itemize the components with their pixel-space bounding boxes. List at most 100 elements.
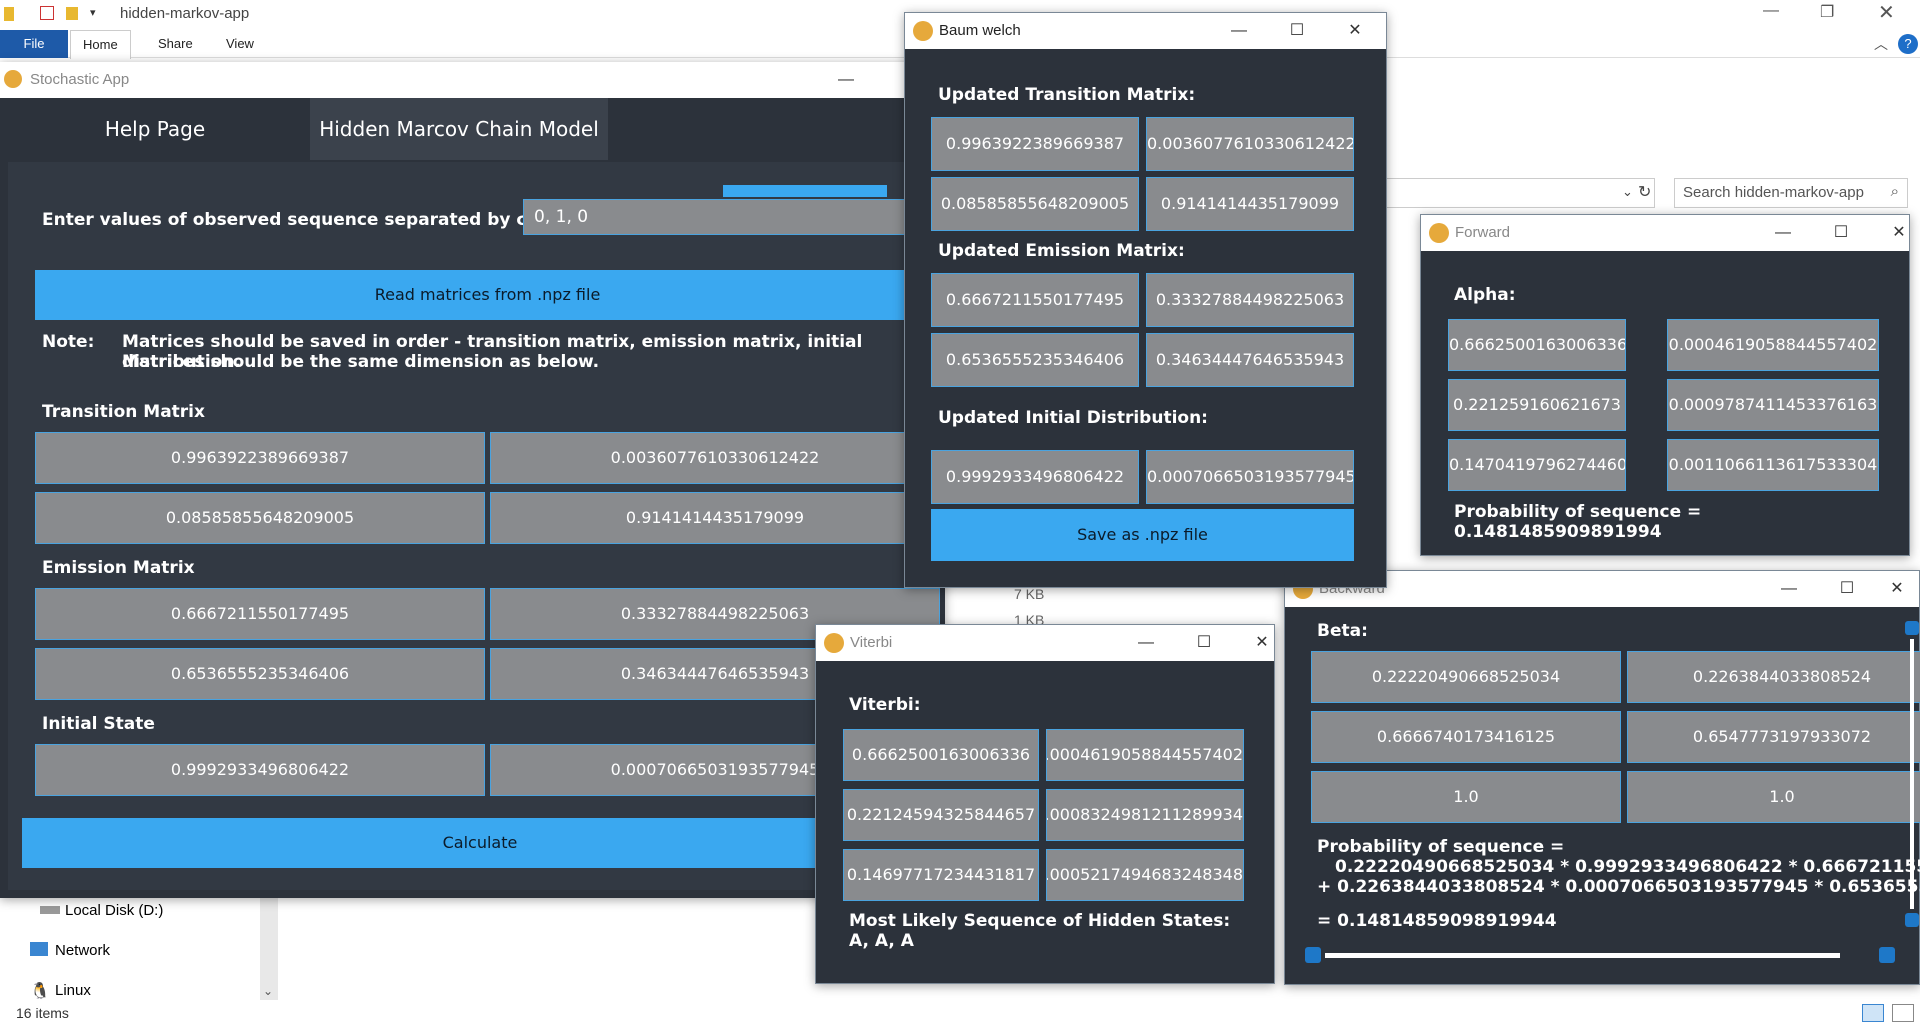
viterbi-cell[interactable]: 0.14697717234431817 <box>843 849 1039 901</box>
initial-cell[interactable]: 0.9992933496806422 <box>931 450 1139 504</box>
dropdown-icon[interactable]: ▾ <box>90 6 96 19</box>
transition-cell[interactable]: 0.08585855648209005 <box>35 492 485 544</box>
nav-scrollbar[interactable]: ⌄ <box>260 880 278 1000</box>
close-icon[interactable]: ✕ <box>1335 17 1375 45</box>
maximize-icon[interactable]: ☐ <box>1827 575 1867 603</box>
transition-cell[interactable]: 0.0036077610330612422 <box>490 432 940 484</box>
nav-item-local-disk[interactable]: Local Disk (D:) <box>65 902 163 919</box>
restore-icon[interactable]: ❐ <box>1820 2 1834 22</box>
beta-cell[interactable]: 0.6547773197933072 <box>1627 711 1920 763</box>
transition-cell[interactable]: 0.9963922389669387 <box>35 432 485 484</box>
alpha-cell[interactable]: 0.14704197962744608 <box>1448 439 1626 491</box>
ribbon-tab-view[interactable]: View <box>214 30 266 58</box>
viterbi-cell[interactable]: 0.22124594325844657 <box>843 789 1039 841</box>
emission-cell[interactable]: 0.6667211550177495 <box>35 588 485 640</box>
read-npz-button[interactable]: Read matrices from .npz file <box>35 270 940 320</box>
emission-cell[interactable]: 0.6536555235346406 <box>931 333 1139 387</box>
viterbi-cell[interactable]: 0.0004619058844557402 <box>1046 729 1244 781</box>
minimize-icon[interactable]: — <box>1763 219 1803 247</box>
viterbi-cell[interactable]: 0.0008324981211289934 <box>1046 789 1244 841</box>
transition-cell[interactable]: 0.9963922389669387 <box>931 117 1139 171</box>
beta-cell[interactable]: 1.0 <box>1627 771 1920 823</box>
updated-initial-title: Updated Initial Distribution: <box>938 408 1208 428</box>
scroll-track[interactable] <box>1325 953 1840 958</box>
emission-cell[interactable]: 0.33327884498225063 <box>1146 273 1354 327</box>
beta-cell[interactable]: 0.6666740173416125 <box>1311 711 1621 763</box>
scroll-handle[interactable] <box>1879 947 1895 963</box>
nav-item-network[interactable]: Network <box>55 942 110 959</box>
alpha-cell[interactable]: 0.0004619058844557402 <box>1667 319 1879 371</box>
minimize-icon[interactable]: — <box>1219 17 1259 45</box>
app-icon <box>913 21 933 41</box>
refresh-icon[interactable]: ↻ <box>1638 182 1651 202</box>
search-input[interactable]: Search hidden-markov-app ⌕ <box>1674 178 1908 208</box>
window-title: Forward <box>1455 224 1511 241</box>
save-npz-button[interactable]: Save as .npz file <box>931 509 1354 561</box>
alpha-label: Alpha: <box>1454 285 1516 305</box>
scroll-track[interactable] <box>1910 639 1914 909</box>
alpha-cell[interactable]: 0.221259160621673 <box>1448 379 1626 431</box>
beta-cell[interactable]: 0.22220490668525034 <box>1311 651 1621 703</box>
close-icon[interactable]: ✕ <box>1879 219 1919 247</box>
close-icon[interactable]: ✕ <box>1242 629 1282 657</box>
close-icon[interactable]: ✕ <box>1878 0 1895 25</box>
tab-hidden-markov[interactable]: Hidden Marcov Chain Model <box>310 98 608 160</box>
ribbon-tab-home[interactable]: Home <box>70 30 131 59</box>
beta-cell[interactable]: 0.2263844033808524 <box>1627 651 1920 703</box>
transition-cell[interactable]: 0.08585855648209005 <box>931 177 1139 231</box>
chevron-up-icon[interactable]: ︿ <box>1874 34 1888 54</box>
minimize-icon[interactable]: — <box>826 66 866 94</box>
maximize-icon[interactable]: ☐ <box>1821 219 1861 247</box>
emission-cell[interactable]: 0.6536555235346406 <box>35 648 485 700</box>
ribbon-tab-share[interactable]: Share <box>146 30 205 58</box>
minimize-icon[interactable]: — <box>1763 2 1779 20</box>
vertical-scrollbar[interactable] <box>1905 621 1919 931</box>
viterbi-cell[interactable]: 0.0005217494683248348 <box>1046 849 1244 901</box>
nav-item-linux[interactable]: Linux <box>55 982 91 999</box>
help-icon[interactable]: ? <box>1898 34 1918 54</box>
initial-cell[interactable]: 0.9992933496806422 <box>35 744 485 796</box>
tab-content: Enter values of observed sequence separa… <box>8 162 943 890</box>
checkbox-icon[interactable] <box>40 6 54 20</box>
transition-cell[interactable]: 0.9141414435179099 <box>490 492 940 544</box>
maximize-icon[interactable]: ☐ <box>1277 17 1317 45</box>
probability-label: Probability of sequence = <box>1317 837 1565 857</box>
scrolled-button-edge[interactable] <box>723 185 887 197</box>
folder-icon[interactable] <box>66 7 78 20</box>
chevron-down-icon[interactable]: ⌄ <box>263 984 273 998</box>
transition-cell[interactable]: 0.9141414435179099 <box>1146 177 1354 231</box>
viterbi-label: Viterbi: <box>849 695 921 715</box>
window-titlebar: Baum welch — ☐ ✕ <box>905 13 1386 49</box>
address-bar[interactable]: ⌄ ↻ <box>1380 178 1655 208</box>
hidden-states-value: A, A, A <box>849 931 914 951</box>
network-icon <box>30 942 48 956</box>
emission-cell[interactable]: 0.6667211550177495 <box>931 273 1139 327</box>
alpha-cell[interactable]: 0.0011066113617533304 <box>1667 439 1879 491</box>
maximize-icon[interactable]: ☐ <box>1184 629 1224 657</box>
scroll-handle[interactable] <box>1905 913 1919 927</box>
observed-sequence-input[interactable] <box>523 199 943 235</box>
alpha-cell[interactable]: 0.6662500163006336 <box>1448 319 1626 371</box>
horizontal-scrollbar[interactable] <box>1305 947 1895 963</box>
emission-cell[interactable]: 0.34634447646535943 <box>1146 333 1354 387</box>
transition-cell[interactable]: 0.0036077610330612422 <box>1146 117 1354 171</box>
close-icon[interactable]: ✕ <box>1877 575 1917 603</box>
minimize-icon[interactable]: — <box>1126 629 1166 657</box>
ribbon-tab-file[interactable]: File <box>0 30 68 58</box>
minimize-icon[interactable]: — <box>1769 575 1809 603</box>
viterbi-window: Viterbi — ☐ ✕ Viterbi: 0.666250016300633… <box>815 624 1275 984</box>
initial-state-title: Initial State <box>42 714 155 734</box>
scroll-handle[interactable] <box>1305 947 1321 963</box>
chevron-down-icon[interactable]: ⌄ <box>1622 184 1633 200</box>
alpha-cell[interactable]: 0.0009787411453376163 <box>1667 379 1879 431</box>
scroll-handle[interactable] <box>1905 621 1919 635</box>
beta-cell[interactable]: 1.0 <box>1311 771 1621 823</box>
tab-help-page[interactable]: Help Page <box>0 98 310 160</box>
button-label: Read matrices from .npz file <box>374 285 601 304</box>
initial-cell[interactable]: 0.0007066503193577945 <box>1146 450 1354 504</box>
details-view-icon[interactable] <box>1862 1004 1884 1022</box>
large-icons-view-icon[interactable] <box>1892 1004 1914 1022</box>
viterbi-cell[interactable]: 0.6662500163006336 <box>843 729 1039 781</box>
calculate-button[interactable]: Calculate <box>22 818 938 868</box>
forward-window: Forward — ☐ ✕ Alpha: 0.6662500163006336 … <box>1420 214 1910 556</box>
